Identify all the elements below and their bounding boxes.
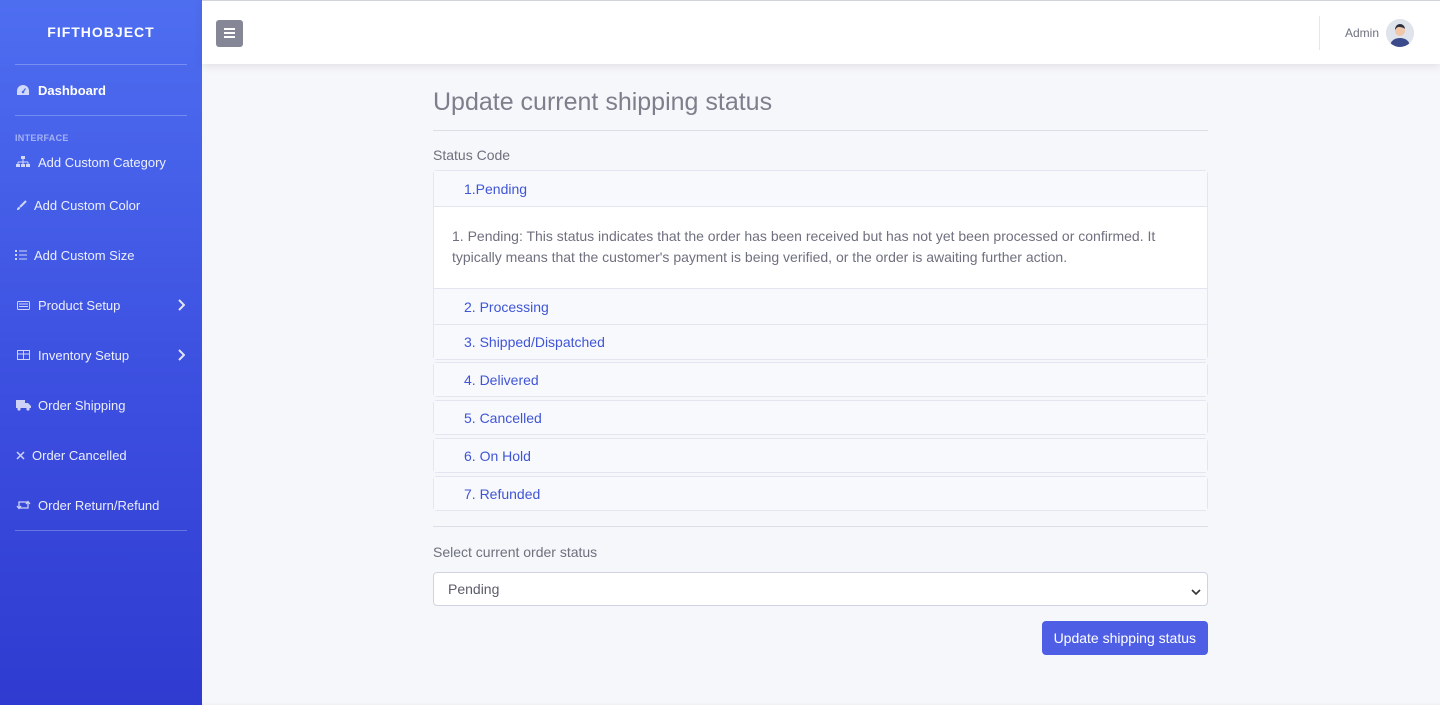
sidebar-item-add-custom-color[interactable]: Add Custom Color [0, 180, 202, 230]
dashboard-icon [15, 83, 31, 97]
sidebar-item-order-return-refund[interactable]: Order Return/Refund [0, 480, 202, 530]
user-name[interactable]: Admin [1345, 26, 1379, 40]
section-divider [433, 526, 1208, 527]
brush-icon [15, 198, 27, 212]
sidebar-item-order-cancelled[interactable]: Order Cancelled [0, 430, 202, 480]
chevron-right-icon [177, 299, 186, 311]
retweet-icon [15, 498, 31, 512]
sidebar-item-add-custom-category[interactable]: Add Custom Category [0, 144, 202, 180]
sidebar-divider [15, 530, 187, 531]
status-processing-header[interactable]: 2. Processing [434, 289, 1207, 324]
page-title: Update current shipping status [433, 88, 773, 116]
chevron-down-icon [1191, 584, 1201, 596]
truck-icon [15, 398, 31, 412]
status-refunded-header[interactable]: 7. Refunded [434, 477, 1207, 510]
chevron-right-icon [177, 349, 186, 361]
status-delivered-panel: 4. Delivered [433, 362, 1208, 397]
order-status-select[interactable]: Pending [433, 572, 1208, 606]
status-cancelled-header[interactable]: 5. Cancelled [434, 401, 1207, 434]
title-divider [433, 130, 1208, 131]
sidebar: FIFTHOBJECT Dashboard INTERFACE Add Cust… [0, 0, 202, 705]
status-on-hold-panel: 6. On Hold [433, 438, 1208, 473]
status-refunded-panel: 7. Refunded [433, 476, 1208, 511]
status-pending-header[interactable]: 1.Pending [434, 171, 1207, 206]
topbar-divider [1319, 16, 1320, 50]
status-pending-description: 1. Pending: This status indicates that t… [434, 206, 1207, 289]
avatar[interactable] [1386, 19, 1414, 47]
status-code-label: Status Code [433, 147, 511, 163]
sidebar-item-product-setup[interactable]: Product Setup [0, 280, 202, 330]
sidebar-item-label: Product Setup [38, 297, 121, 313]
sidebar-item-label: Dashboard [38, 82, 106, 98]
hamburger-icon [224, 25, 235, 43]
select-status-label: Select current order status [433, 544, 598, 560]
close-icon [15, 448, 25, 462]
sidebar-item-label: Inventory Setup [38, 347, 130, 363]
sidebar-item-add-custom-size[interactable]: Add Custom Size [0, 230, 202, 280]
sidebar-item-dashboard[interactable]: Dashboard [0, 65, 202, 115]
status-on-hold-header[interactable]: 6. On Hold [434, 439, 1207, 472]
sidebar-item-label: Add Custom Color [34, 197, 141, 213]
list-icon [15, 248, 27, 262]
status-cancelled-panel: 5. Cancelled [433, 400, 1208, 435]
sidebar-item-label: Order Cancelled [32, 447, 127, 463]
update-shipping-status-button[interactable]: Update shipping status [1041, 621, 1208, 655]
barcode-icon [15, 298, 31, 312]
sidebar-item-label: Order Return/Refund [38, 497, 160, 513]
topbar: Admin [202, 0, 1440, 64]
status-accordion: 1.Pending 1. Pending: This status indica… [433, 170, 1208, 511]
sidebar-item-order-shipping[interactable]: Order Shipping [0, 380, 202, 430]
sidebar-heading: INTERFACE [15, 133, 69, 143]
sidebar-item-label: Order Shipping [38, 397, 126, 413]
selected-status-value: Pending [448, 581, 500, 597]
status-shipped-header[interactable]: 3. Shipped/Dispatched [434, 324, 1207, 359]
sidebar-item-inventory-setup[interactable]: Inventory Setup [0, 330, 202, 380]
sidebar-item-label: Add Custom Size [34, 247, 135, 263]
table-icon [15, 348, 31, 362]
status-delivered-header[interactable]: 4. Delivered [434, 363, 1207, 396]
sidebar-toggle-button[interactable] [216, 20, 243, 47]
sidebar-item-label: Add Custom Category [38, 154, 166, 170]
sitemap-icon [15, 155, 31, 169]
brand-logo[interactable]: FIFTHOBJECT [0, 0, 202, 64]
status-accordion-group: 1.Pending 1. Pending: This status indica… [433, 170, 1208, 360]
main-content: Update current shipping status Status Co… [433, 64, 1208, 655]
